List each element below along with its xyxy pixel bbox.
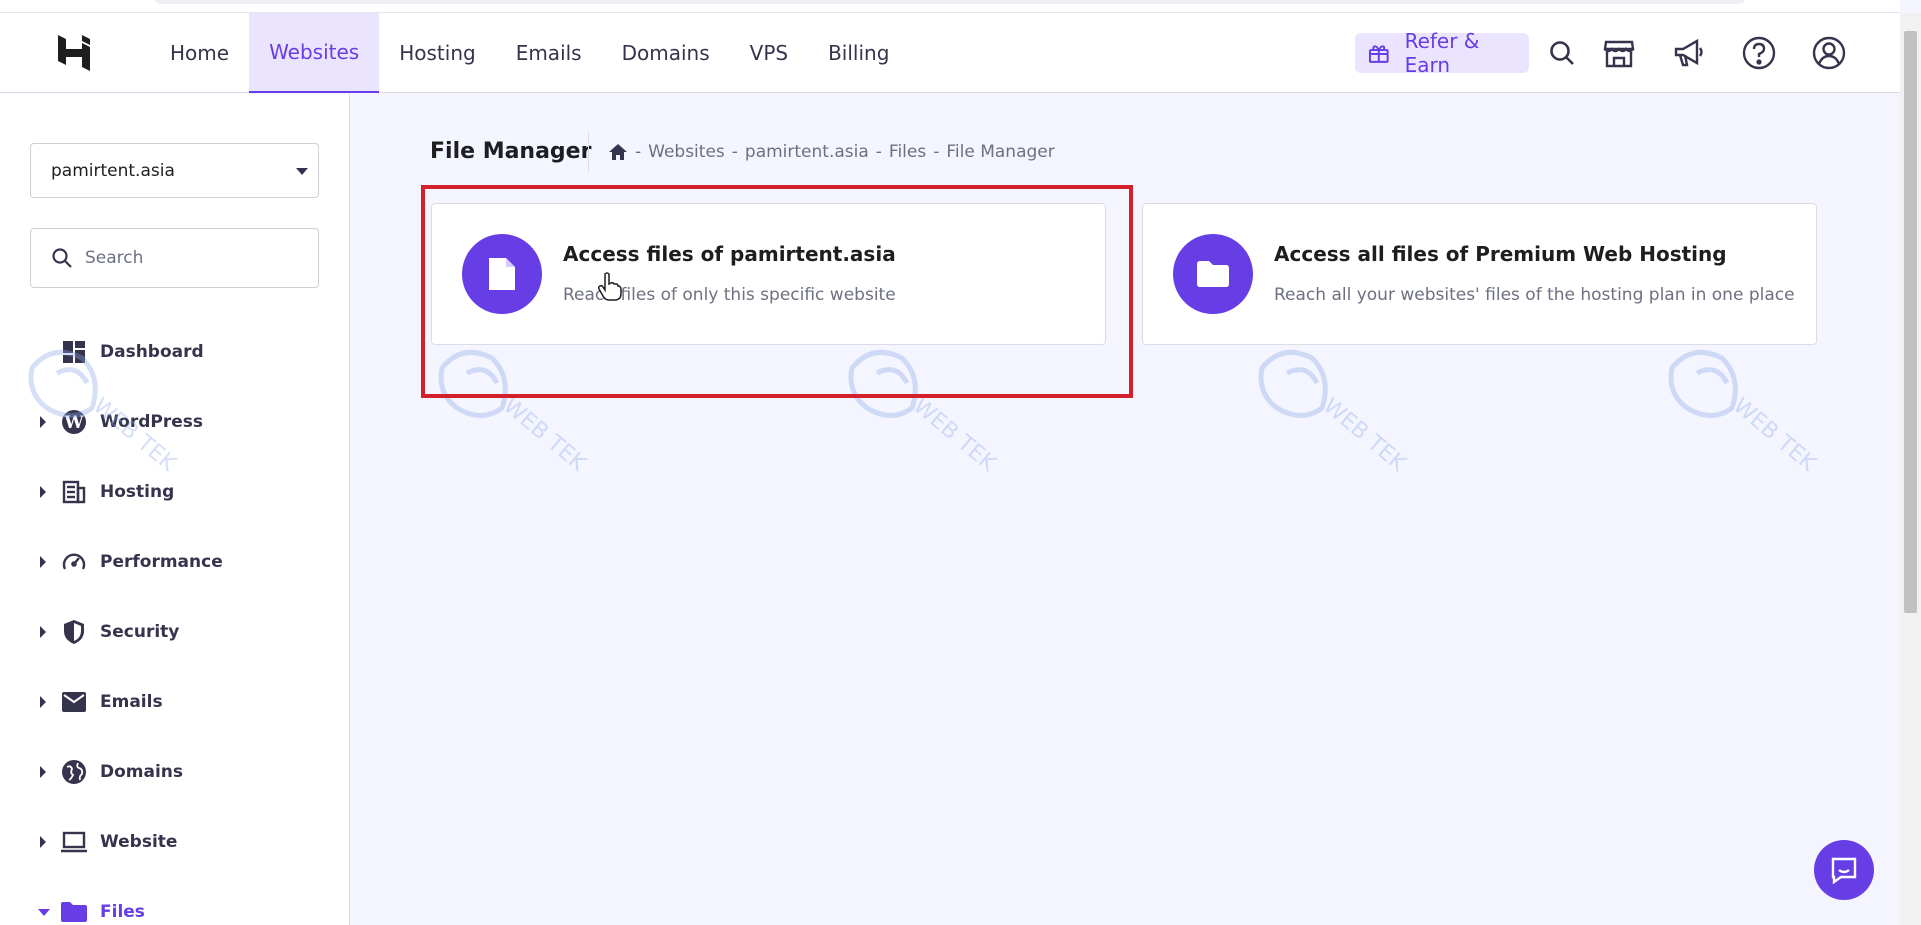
nav-vps[interactable]: VPS: [730, 13, 808, 93]
sidebar-item-emails[interactable]: Emails: [0, 677, 349, 727]
chevron-right-icon: [40, 626, 46, 638]
search-icon: [52, 248, 72, 268]
sidebar-item-label: Security: [100, 622, 180, 642]
refer-earn-label: Refer & Earn: [1404, 29, 1480, 77]
browser-top-strip: [0, 0, 1900, 13]
sidebar-item-label: Hosting: [100, 482, 175, 502]
sidebar-item-security[interactable]: Security: [0, 607, 349, 657]
domain-select-value: pamirtent.asia: [51, 160, 175, 181]
chat-button[interactable]: [1814, 840, 1874, 900]
sidebar-item-website[interactable]: Website: [0, 817, 349, 867]
mail-icon: [60, 688, 88, 716]
nav-home[interactable]: Home: [150, 13, 249, 93]
card-description: Reach all your websites' files of the ho…: [1274, 285, 1795, 305]
svg-text:WEB TEK: WEB TEK: [498, 393, 591, 476]
card-title: Access files of pamirtent.asia: [563, 242, 896, 266]
breadcrumb-separator: -: [635, 142, 642, 162]
nav-hosting[interactable]: Hosting: [379, 13, 495, 93]
svg-text:W: W: [63, 413, 84, 433]
hosting-icon: [60, 478, 88, 506]
nav-domains[interactable]: Domains: [602, 13, 730, 93]
top-header: Home Websites Hosting Emails Domains VPS…: [0, 13, 1900, 93]
chevron-right-icon: [40, 416, 46, 428]
wordpress-icon: W: [60, 408, 88, 436]
sidebar-item-domains[interactable]: Domains: [0, 747, 349, 797]
performance-icon: [60, 548, 88, 576]
nav-billing[interactable]: Billing: [808, 13, 909, 93]
sidebar-item-performance[interactable]: Performance: [0, 537, 349, 587]
folder-icon: [1173, 234, 1253, 314]
sidebar-item-label: WordPress: [100, 412, 203, 432]
refer-earn-button[interactable]: Refer & Earn: [1355, 29, 1529, 77]
title-divider: [588, 132, 589, 172]
card-title: Access all files of Premium Web Hosting: [1274, 242, 1727, 266]
sidebar-item-label: Performance: [100, 552, 223, 572]
sidebar-search-input[interactable]: [85, 248, 285, 268]
page-title: File Manager: [430, 139, 592, 164]
breadcrumb-separator: -: [933, 142, 940, 162]
sidebar-item-hosting[interactable]: Hosting: [0, 467, 349, 517]
chevron-right-icon: [40, 486, 46, 498]
sidebar-item-label: Emails: [100, 692, 163, 712]
page-scrollbar[interactable]: [1900, 13, 1921, 925]
hostinger-logo-icon[interactable]: [55, 33, 93, 73]
chevron-right-icon: [40, 766, 46, 778]
main-nav: Home Websites Hosting Emails Domains VPS…: [150, 13, 909, 93]
breadcrumb-files[interactable]: Files: [889, 142, 926, 162]
breadcrumb-file-manager: File Manager: [946, 142, 1055, 162]
sidebar-item-label: Website: [100, 832, 178, 852]
breadcrumb-separator: -: [731, 142, 738, 162]
nav-emails[interactable]: Emails: [496, 13, 602, 93]
breadcrumb-websites[interactable]: Websites: [648, 142, 725, 162]
account-icon[interactable]: [1811, 35, 1847, 71]
globe-icon: [60, 758, 88, 786]
chevron-right-icon: [40, 556, 46, 568]
search-icon[interactable]: [1544, 35, 1580, 71]
chevron-down-icon: [296, 168, 308, 175]
sidebar-item-label: Domains: [100, 762, 184, 782]
watermark-logo: WEB TEK: [1668, 349, 1821, 477]
sidebar-item-label: Dashboard: [100, 342, 204, 362]
card-description: Reach files of only this specific websit…: [563, 285, 896, 305]
sidebar-item-wordpress[interactable]: W WordPress: [0, 397, 349, 447]
watermark-logo: WEB TEK: [848, 349, 1001, 477]
home-icon[interactable]: [608, 143, 628, 161]
breadcrumb-domain[interactable]: pamirtent.asia: [745, 142, 869, 162]
sidebar: pamirtent.asia Dashboard W WordPress Hos…: [0, 94, 350, 925]
megaphone-icon[interactable]: [1671, 35, 1707, 71]
watermark-logo: WEB TEK: [1258, 349, 1411, 477]
chat-icon: [1831, 857, 1857, 885]
domain-select[interactable]: pamirtent.asia: [30, 143, 319, 198]
svg-text:WEB TEK: WEB TEK: [1318, 393, 1411, 476]
store-icon[interactable]: [1601, 35, 1637, 71]
nav-websites[interactable]: Websites: [249, 13, 380, 93]
address-bar-remnant: [155, 0, 1745, 4]
breadcrumb-separator: -: [875, 142, 882, 162]
scrollbar-thumb[interactable]: [1904, 31, 1917, 613]
shield-icon: [60, 618, 88, 646]
chevron-right-icon: [40, 836, 46, 848]
gift-icon: [1368, 45, 1389, 63]
chevron-right-icon: [40, 696, 46, 708]
file-icon: [462, 234, 542, 314]
card-access-site-files[interactable]: Access files of pamirtent.asia Reach fil…: [431, 203, 1106, 345]
laptop-icon: [60, 828, 88, 856]
sidebar-item-files[interactable]: Files: [0, 887, 349, 925]
breadcrumb: - Websites - pamirtent.asia - Files - Fi…: [608, 142, 1055, 162]
watermark-logo: WEB TEK: [438, 349, 591, 477]
sidebar-item-dashboard[interactable]: Dashboard: [0, 327, 349, 377]
svg-text:WEB TEK: WEB TEK: [908, 393, 1001, 476]
card-access-plan-files[interactable]: Access all files of Premium Web Hosting …: [1142, 203, 1817, 345]
folder-icon: [60, 898, 88, 925]
dashboard-icon: [60, 338, 88, 366]
svg-text:WEB TEK: WEB TEK: [1728, 393, 1821, 476]
help-icon[interactable]: [1741, 35, 1777, 71]
sidebar-item-label: Files: [100, 902, 145, 922]
sidebar-search[interactable]: [30, 228, 319, 288]
chevron-down-icon: [38, 908, 50, 916]
